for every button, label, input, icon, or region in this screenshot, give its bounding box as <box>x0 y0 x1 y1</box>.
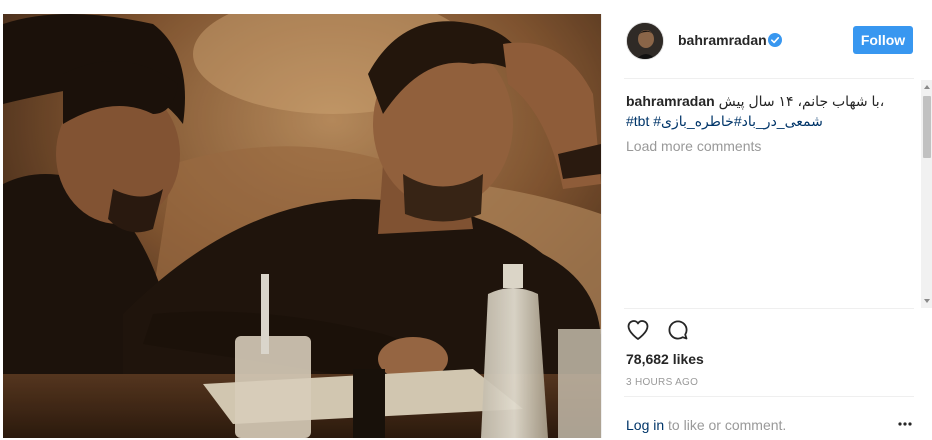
caption: bahramradan با شهاب جانم، ۱۴ سال پیش، <box>626 92 916 110</box>
verified-badge-icon <box>768 33 782 47</box>
scroll-down-arrow-icon[interactable] <box>924 299 930 303</box>
caption-text: با شهاب جانم، ۱۴ سال پیش، <box>718 93 885 109</box>
username-link[interactable]: bahramradan <box>678 32 767 48</box>
photo-artwork <box>3 14 601 438</box>
avatar-image <box>627 23 663 59</box>
footer-divider <box>624 396 914 397</box>
avatar[interactable] <box>626 22 664 60</box>
login-suffix: to like or comment. <box>664 417 787 433</box>
header-divider <box>624 78 914 79</box>
login-prompt: Log in to like or comment. <box>626 417 786 433</box>
post-timestamp[interactable]: 3 HOURS AGO <box>626 377 698 388</box>
instagram-post: bahramradan Follow bahramradan با شهاب ج… <box>0 0 932 440</box>
hashtag-link[interactable]: #tbt <box>626 113 649 129</box>
post-side-panel: bahramradan Follow bahramradan با شهاب ج… <box>601 14 932 438</box>
caption-hashtags: #tbt #شمعی_در_باد#خاطره_بازی <box>626 112 916 130</box>
caption-username[interactable]: bahramradan <box>626 93 715 109</box>
scroll-thumb[interactable] <box>923 96 931 158</box>
comments-divider <box>624 308 914 309</box>
login-link[interactable]: Log in <box>626 417 664 433</box>
post-header: bahramradan Follow <box>602 14 932 78</box>
heart-icon[interactable] <box>626 318 650 342</box>
load-more-comments-button[interactable]: Load more comments <box>626 138 916 154</box>
comments-area: bahramradan با شهاب جانم، ۱۴ سال پیش، #t… <box>626 92 916 308</box>
likes-count[interactable]: 78,682 likes <box>626 351 704 367</box>
comment-bubble-icon[interactable] <box>666 318 690 342</box>
comments-scrollbar[interactable] <box>921 80 932 308</box>
scroll-up-arrow-icon[interactable] <box>924 85 930 89</box>
more-options-icon[interactable] <box>898 422 912 426</box>
hashtag-link[interactable]: #خاطره_بازی <box>661 113 742 129</box>
post-photo[interactable] <box>3 14 601 438</box>
follow-button[interactable]: Follow <box>853 26 913 54</box>
